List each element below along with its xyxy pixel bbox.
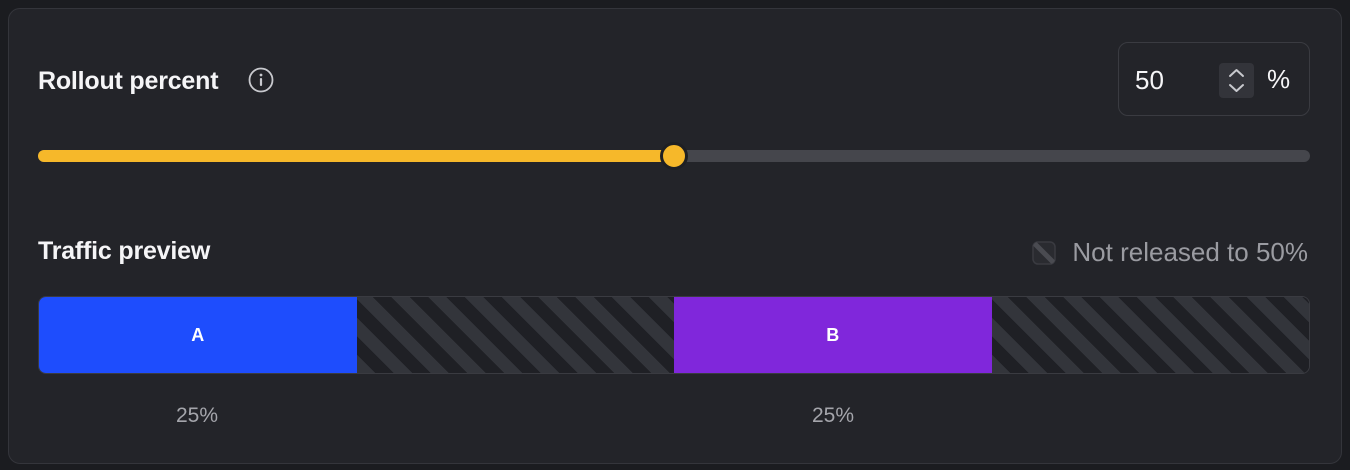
variant-a-percent: 25%: [175, 404, 219, 427]
rollout-percent-title: Rollout percent: [38, 67, 219, 95]
rollout-slider[interactable]: [38, 142, 1310, 170]
chevron-up-down-icon: [1229, 69, 1244, 92]
striped-square-icon: [1032, 240, 1057, 265]
rollout-percent-input[interactable]: [1135, 63, 1215, 97]
variant-b-segment: B: [674, 297, 992, 373]
not-released-legend: Not released to 50%: [1032, 237, 1308, 268]
variant-b-percent: 25%: [811, 404, 855, 427]
percent-unit-label: %: [1267, 64, 1291, 94]
rollout-slider-thumb[interactable]: [660, 142, 688, 170]
variant-b-label: B: [826, 324, 840, 345]
variant-a-segment: A: [39, 297, 357, 373]
traffic-preview-title: Traffic preview: [38, 237, 211, 265]
not-released-segment: [356, 297, 674, 373]
rollout-panel: Rollout percent % Traffic preview: [8, 8, 1342, 464]
rollout-percent-stepper[interactable]: [1219, 63, 1254, 98]
variant-a-label: A: [191, 324, 205, 345]
not-released-legend-label: Not released to 50%: [1072, 237, 1308, 267]
traffic-preview-bar: AB: [38, 296, 1310, 374]
rollout-percent-field[interactable]: %: [1118, 42, 1310, 116]
not-released-segment: [991, 297, 1309, 373]
info-icon[interactable]: [248, 67, 274, 93]
rollout-slider-fill: [38, 150, 674, 162]
